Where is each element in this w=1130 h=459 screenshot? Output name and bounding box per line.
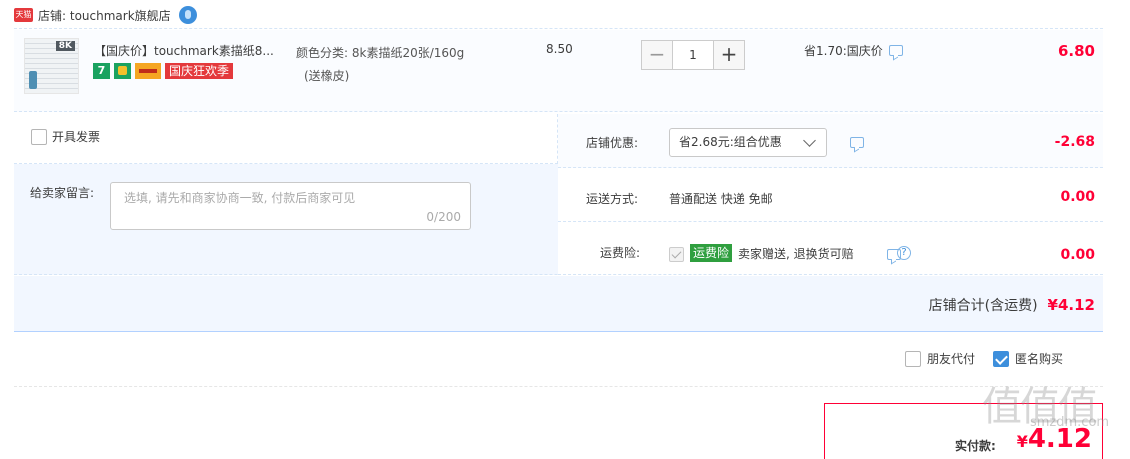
insurance-checkbox (669, 247, 684, 262)
order-options: 开具发票 给卖家留言: 选填, 请先和商家协商一致, 付款后商家可见 0/200… (14, 114, 1103, 275)
quantity-stepper: − 1 + (641, 40, 745, 70)
order-item-row: 8K 【国庆价】touchmark素描纸8... 7 国庆狂欢季 颜色分类: 8… (14, 30, 1103, 112)
gift-icon[interactable] (114, 63, 131, 79)
friend-pay-option[interactable]: 朋友代付 (905, 350, 975, 367)
shop-total-value: ¥4.12 (1047, 296, 1095, 314)
item-discount-text: 省1.70:国庆价 (804, 44, 883, 58)
product-title-link[interactable]: 【国庆价】touchmark素描纸8... (94, 42, 274, 59)
coupon-selected-value: 省2.68元:组合优惠 (679, 135, 782, 149)
message-placeholder: 选填, 请先和商家协商一致, 付款后商家可见 (124, 191, 356, 205)
wangwang-chat-icon[interactable] (178, 6, 197, 24)
unit-price: 8.50 (546, 42, 573, 56)
currency-symbol: ¥ (1016, 432, 1028, 451)
item-subtotal: 6.80 (1057, 42, 1095, 60)
thumbnail-eraser-graphic (29, 71, 37, 89)
anonymous-label: 匿名购买 (1015, 352, 1064, 366)
comment-icon[interactable] (888, 45, 903, 56)
divider (14, 28, 1103, 29)
anonymous-option[interactable]: 匿名购买 (993, 350, 1063, 367)
coupon-amount: -2.68 (1054, 134, 1095, 150)
quantity-plus-button[interactable]: + (713, 40, 745, 70)
insurance-label: 运费险: (600, 246, 641, 260)
invoice-row: 开具发票 (14, 114, 558, 164)
tmall-logo-icon: 天猫 (14, 8, 33, 22)
invoice-label[interactable]: 开具发票 (52, 128, 100, 145)
sku-info: 颜色分类: 8k素描纸20张/160g (送橡皮) (296, 42, 506, 88)
quantity-value: 1 (689, 48, 697, 62)
quantity-input[interactable]: 1 (673, 40, 713, 70)
watermark-url: smzdm.com (1030, 415, 1110, 430)
shipping-method-text: 普通配送 快递 免邮 (669, 192, 773, 206)
divider (14, 386, 1103, 387)
shop-total: 店铺合计(含运费) ¥4.12 (929, 295, 1095, 315)
shipping-row: 运送方式: 0.00 (558, 168, 1103, 222)
sku-color-line: 颜色分类: 8k素描纸20张/160g (296, 46, 465, 60)
shop-total-label: 店铺合计(含运费) (928, 298, 1038, 314)
shipping-amount: 0.00 (1060, 189, 1095, 205)
shop-header: 天猫 店铺: touchmark旗舰店 (14, 4, 197, 26)
insurance-tag: 运费险 (690, 244, 733, 262)
order-options-right: 店铺优惠: 省2.68元:组合优惠 -2.68 运送方式: 0.00 运费险: … (558, 114, 1103, 275)
invoice-checkbox[interactable] (31, 129, 47, 145)
credit-card-icon[interactable] (135, 63, 161, 79)
shipping-label: 运送方式: (586, 192, 639, 206)
insurance-amount: 0.00 (1060, 247, 1095, 263)
anonymous-checkbox[interactable] (993, 350, 1010, 367)
shop-total-row: 店铺合计(含运费) ¥4.12 (14, 276, 1103, 332)
coupon-label: 店铺优惠: (586, 136, 639, 150)
actual-payment-label: 实付款: (955, 439, 996, 453)
message-char-count: 0/200 (426, 210, 461, 224)
friend-pay-label: 朋友代付 (927, 352, 976, 366)
quantity-minus-button[interactable]: − (641, 40, 673, 70)
coupon-select[interactable]: 省2.68元:组合优惠 (669, 128, 827, 157)
payment-options: 朋友代付 匿名购买 (905, 350, 1081, 367)
help-icon[interactable]: ? (897, 246, 911, 260)
promo-tag[interactable]: 国庆狂欢季 (165, 63, 234, 79)
shop-name-link[interactable]: 店铺: touchmark旗舰店 (38, 7, 171, 24)
comment-icon[interactable] (850, 137, 864, 148)
service-badges: 7 国庆狂欢季 (93, 63, 234, 79)
message-label: 给卖家留言: (30, 186, 95, 200)
seven-day-return-icon[interactable]: 7 (93, 63, 110, 79)
insurance-text: 卖家赠送, 退换货可赔 (738, 247, 854, 261)
sku-extra-line: (送橡皮) (304, 69, 350, 83)
order-options-left: 开具发票 给卖家留言: 选填, 请先和商家协商一致, 付款后商家可见 0/200 (14, 114, 558, 275)
thumbnail-size-label: 8K (55, 41, 75, 51)
friend-pay-checkbox[interactable] (905, 350, 921, 367)
item-discount: 省1.70:国庆价 (804, 42, 903, 59)
message-textarea[interactable]: 选填, 请先和商家协商一致, 付款后商家可见 0/200 (110, 182, 471, 230)
coupon-row: 店铺优惠: 省2.68元:组合优惠 -2.68 (558, 114, 1103, 168)
chevron-down-icon (803, 134, 816, 147)
product-thumbnail[interactable]: 8K (24, 38, 79, 94)
